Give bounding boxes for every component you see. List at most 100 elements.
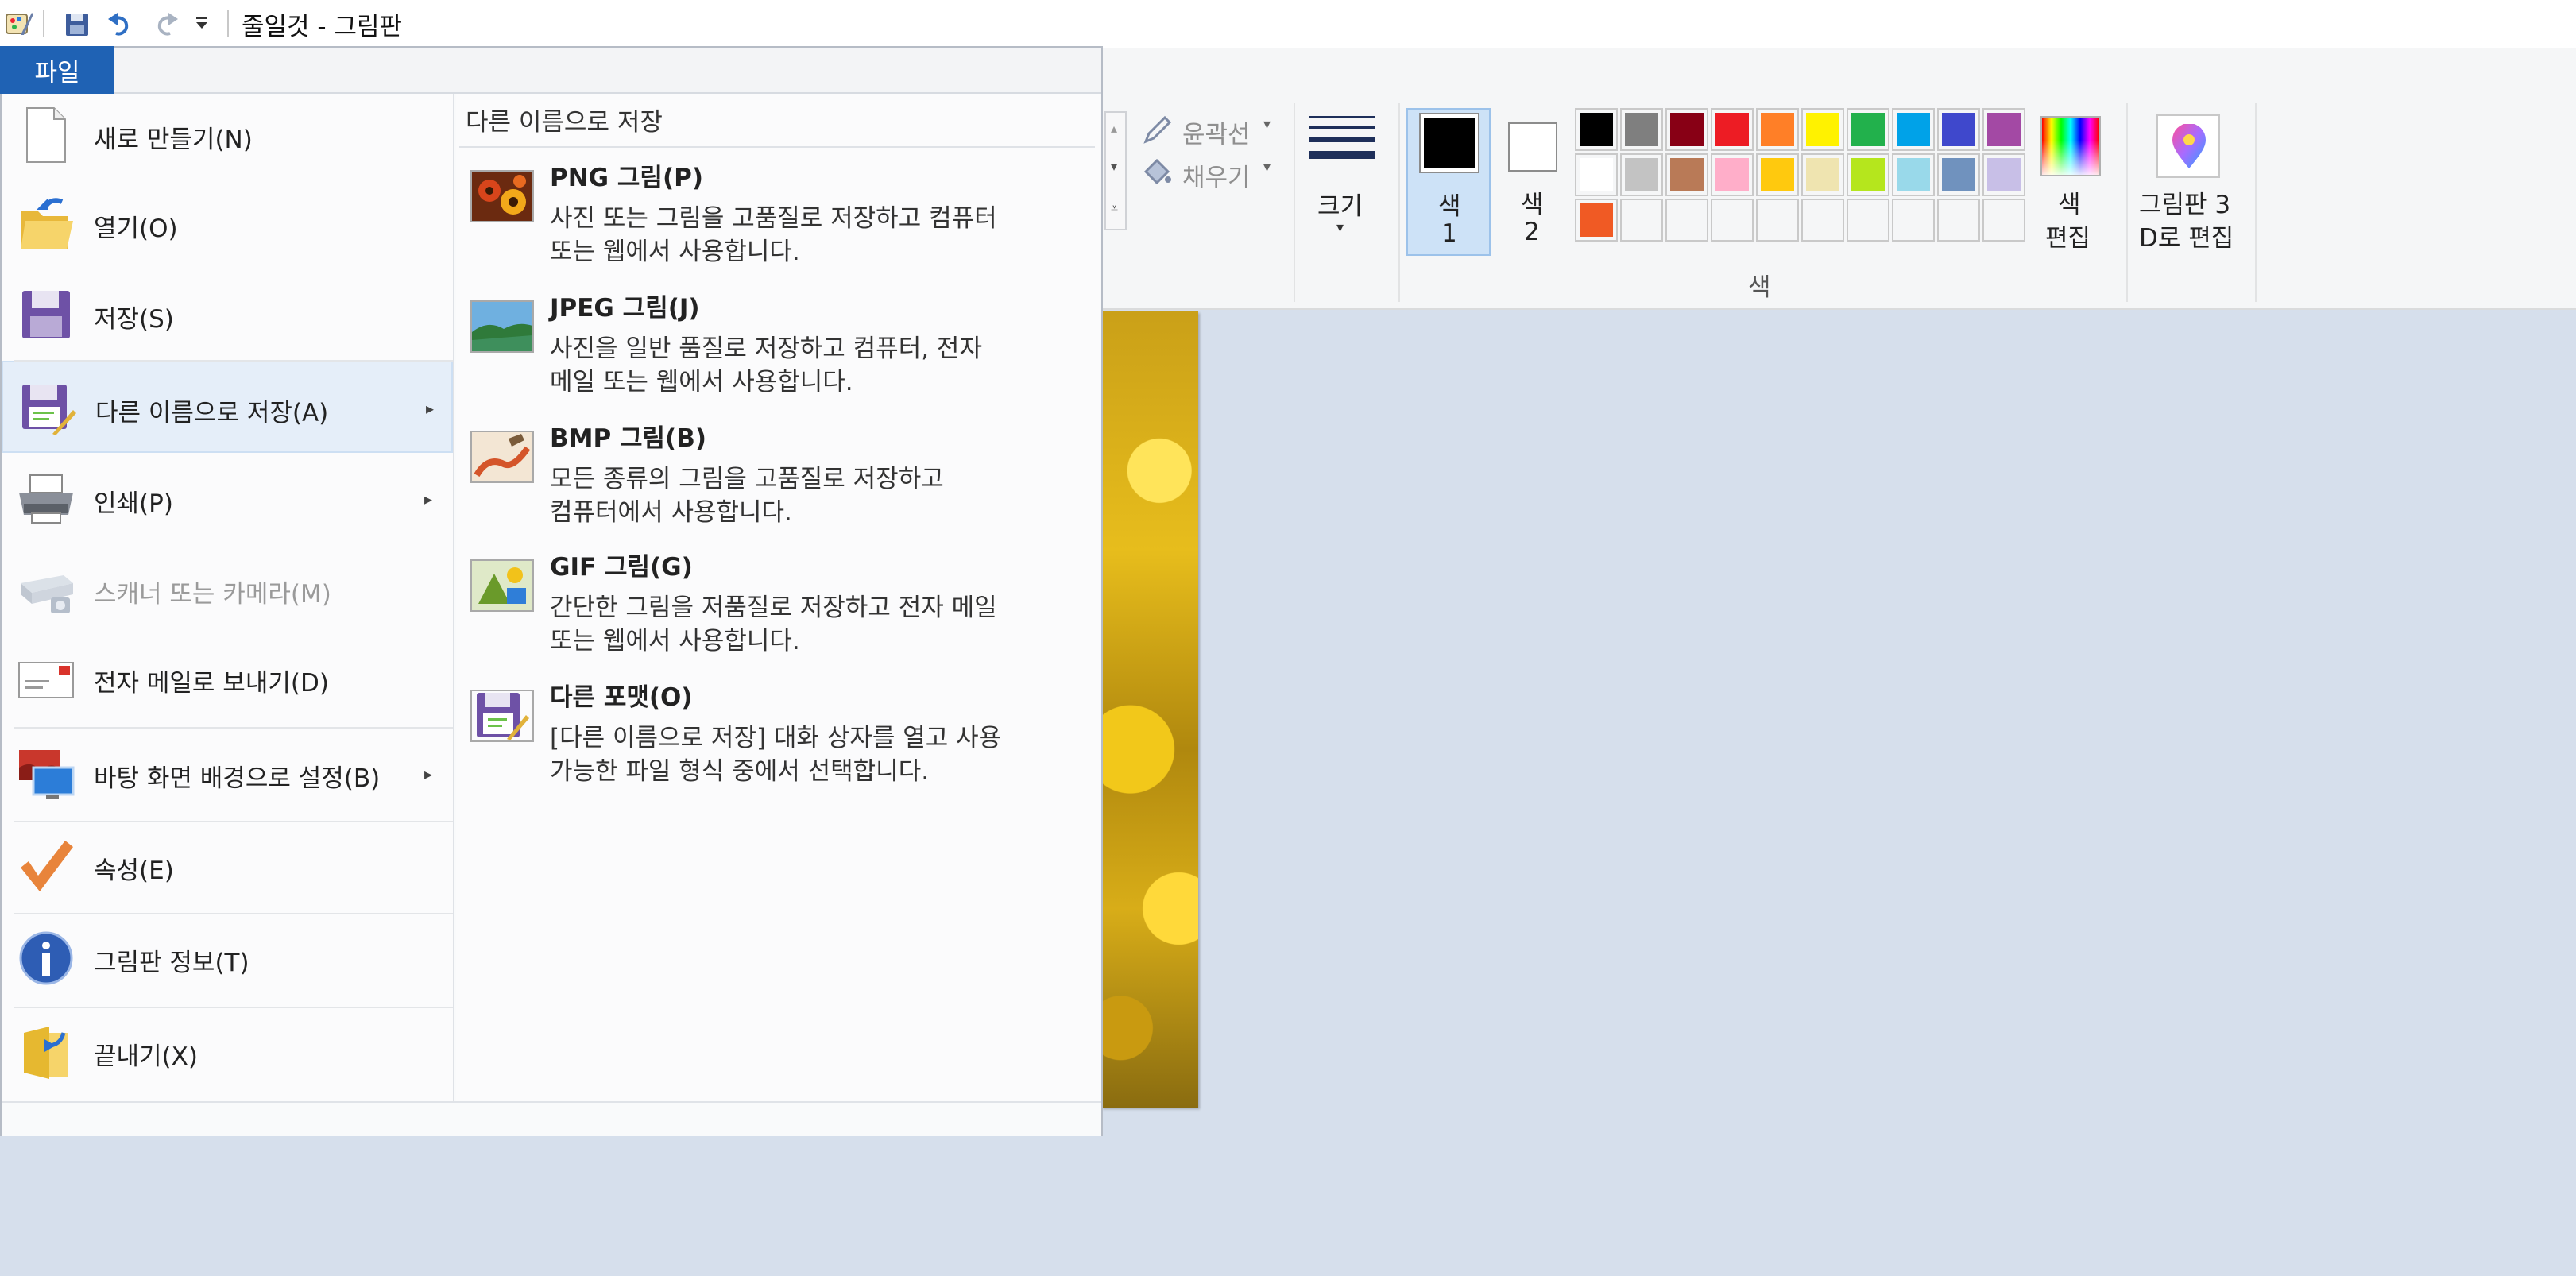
palette-swatch[interactable] bbox=[1711, 199, 1754, 242]
palette-swatch[interactable] bbox=[1665, 199, 1708, 242]
color1-button[interactable]: 색 1 bbox=[1406, 108, 1491, 256]
palette-swatch[interactable] bbox=[1575, 153, 1618, 196]
file-tab[interactable]: 파일 bbox=[0, 46, 114, 94]
palette-swatch[interactable] bbox=[1756, 108, 1799, 151]
color-palette bbox=[1575, 108, 2031, 248]
palette-swatch[interactable] bbox=[1982, 153, 2025, 196]
palette-swatch[interactable] bbox=[1575, 199, 1618, 242]
palette-swatch-color bbox=[1625, 113, 1658, 146]
file-menu-item-open[interactable]: 열기(O) bbox=[2, 180, 453, 269]
palette-swatch-color bbox=[1851, 158, 1885, 191]
canvas-image[interactable] bbox=[1101, 311, 1198, 1108]
palette-swatch[interactable] bbox=[1892, 153, 1935, 196]
color1-label: 색 bbox=[1438, 192, 1461, 221]
file-menu-item-new[interactable]: 새로 만들기(N) bbox=[2, 91, 453, 180]
file-menu-item-label: 스캐너 또는 카메라(M) bbox=[94, 580, 331, 609]
palette-swatch-color bbox=[1761, 203, 1794, 237]
file-menu-item-label: 인쇄(P) bbox=[94, 489, 173, 518]
file-menu-item-exit[interactable]: 끝내기(X) bbox=[2, 1007, 453, 1096]
redo-icon[interactable] bbox=[151, 10, 180, 38]
size-dropdown-icon: ▾ bbox=[1336, 219, 1344, 236]
palette-swatch[interactable] bbox=[1756, 153, 1799, 196]
ribbon-separator bbox=[2126, 103, 2128, 302]
edit-with-paint3d-button[interactable]: 그림판 3 D로 편집 bbox=[2136, 108, 2247, 259]
color2-swatch bbox=[1508, 122, 1557, 172]
palette-swatch[interactable] bbox=[1801, 153, 1844, 196]
color2-label: 색 bbox=[1521, 191, 1544, 219]
palette-swatch[interactable] bbox=[1756, 199, 1799, 242]
save-as-header-divider bbox=[459, 146, 1095, 148]
title-separator bbox=[227, 10, 229, 37]
file-menu-item-properties[interactable]: 속성(E) bbox=[2, 822, 453, 911]
palette-swatch[interactable] bbox=[1711, 108, 1754, 151]
palette-swatch-color bbox=[1715, 113, 1749, 146]
printer-icon bbox=[16, 469, 76, 529]
file-menu-item-set-desktop-background[interactable]: 바탕 화면 배경으로 설정(B) ▸ bbox=[2, 728, 453, 820]
fill-button[interactable]: 채우기 bbox=[1182, 157, 1251, 193]
palette-swatch-color bbox=[1851, 203, 1885, 237]
file-menu-item-print[interactable]: 인쇄(P) ▸ bbox=[2, 454, 453, 543]
edit-colors-button[interactable]: 색 편집 bbox=[2031, 108, 2110, 259]
palette-swatch[interactable] bbox=[1982, 199, 2025, 242]
palette-swatch-color bbox=[1625, 158, 1658, 191]
gallery-more-icon[interactable]: ⩡ bbox=[1111, 200, 1118, 216]
email-icon bbox=[16, 648, 76, 709]
palette-swatch[interactable] bbox=[1711, 153, 1754, 196]
file-menu-item-save-as[interactable]: 다른 이름으로 저장(A) ▸ bbox=[2, 361, 453, 453]
save-icon[interactable] bbox=[64, 11, 91, 38]
palette-swatch[interactable] bbox=[1892, 108, 1935, 151]
palette-swatch[interactable] bbox=[1937, 108, 1980, 151]
paint-app-icon[interactable] bbox=[3, 8, 35, 40]
file-menu-item-label: 바탕 화면 배경으로 설정(B) bbox=[94, 764, 381, 793]
file-menu-item-label: 전자 메일로 보내기(D) bbox=[94, 669, 329, 698]
submenu-arrow-icon: ▸ bbox=[424, 489, 433, 508]
palette-swatch[interactable] bbox=[1801, 108, 1844, 151]
palette-swatch[interactable] bbox=[1847, 108, 1889, 151]
palette-swatch-color bbox=[1897, 158, 1930, 191]
palette-swatch-color bbox=[1987, 113, 2021, 146]
palette-swatch-color bbox=[1897, 113, 1930, 146]
undo-icon[interactable] bbox=[106, 10, 135, 38]
palette-swatch-color bbox=[1806, 158, 1839, 191]
submenu-arrow-icon: ▸ bbox=[424, 764, 433, 783]
palette-swatch[interactable] bbox=[1937, 199, 1980, 242]
palette-swatch[interactable] bbox=[1620, 199, 1663, 242]
palette-swatch[interactable] bbox=[1847, 199, 1889, 242]
palette-swatch-color bbox=[1806, 113, 1839, 146]
outline-button[interactable]: 윤곽선 bbox=[1182, 114, 1251, 150]
palette-swatch[interactable] bbox=[1620, 108, 1663, 151]
png-flowers-icon bbox=[470, 170, 534, 222]
palette-swatch[interactable] bbox=[1665, 108, 1708, 151]
size-button[interactable]: 크기 ▾ bbox=[1302, 103, 1384, 254]
file-menu-item-about-paint[interactable]: 그림판 정보(T) bbox=[2, 914, 453, 1003]
palette-swatch[interactable] bbox=[1982, 108, 2025, 151]
file-menu-item-send-email[interactable]: 전자 메일로 보내기(D) bbox=[2, 634, 453, 723]
save-as-format-description: 사진 또는 그림을 고품질로 저장하고 컴퓨터 bbox=[550, 204, 997, 233]
menu-separator bbox=[14, 1007, 453, 1008]
save-as-format-description: [다른 이름으로 저장] 대화 상자를 열고 사용 bbox=[550, 724, 1002, 752]
palette-swatch[interactable] bbox=[1847, 153, 1889, 196]
palette-swatch[interactable] bbox=[1575, 108, 1618, 151]
scroll-down-icon[interactable]: ▾ bbox=[1111, 159, 1117, 174]
customize-quick-access-icon[interactable] bbox=[194, 14, 210, 33]
outline-dropdown-icon[interactable]: ▾ bbox=[1263, 116, 1271, 133]
shapes-gallery-scroll[interactable]: ▴ ▾ ⩡ bbox=[1104, 111, 1127, 230]
color2-button[interactable]: 색 2 bbox=[1497, 108, 1568, 256]
scroll-up-icon[interactable]: ▴ bbox=[1111, 121, 1117, 136]
quick-access-separator bbox=[43, 10, 44, 37]
palette-swatch[interactable] bbox=[1665, 153, 1708, 196]
save-as-format-title: GIF 그림(G) bbox=[550, 553, 693, 582]
palette-swatch[interactable] bbox=[1937, 153, 1980, 196]
palette-swatch[interactable] bbox=[1801, 199, 1844, 242]
palette-swatch-color bbox=[1987, 203, 2021, 237]
fill-bucket-icon bbox=[1143, 158, 1171, 185]
outline-icon bbox=[1143, 115, 1172, 144]
info-icon bbox=[16, 928, 76, 988]
palette-swatch[interactable] bbox=[1892, 199, 1935, 242]
file-menu-item-label: 그림판 정보(T) bbox=[94, 949, 249, 977]
save-as-format-title: 다른 포맷(O) bbox=[550, 683, 693, 712]
file-tab-label: 파일 bbox=[34, 58, 80, 87]
fill-dropdown-icon[interactable]: ▾ bbox=[1263, 159, 1271, 176]
file-menu-item-save[interactable]: 저장(S) bbox=[2, 270, 453, 359]
palette-swatch[interactable] bbox=[1620, 153, 1663, 196]
